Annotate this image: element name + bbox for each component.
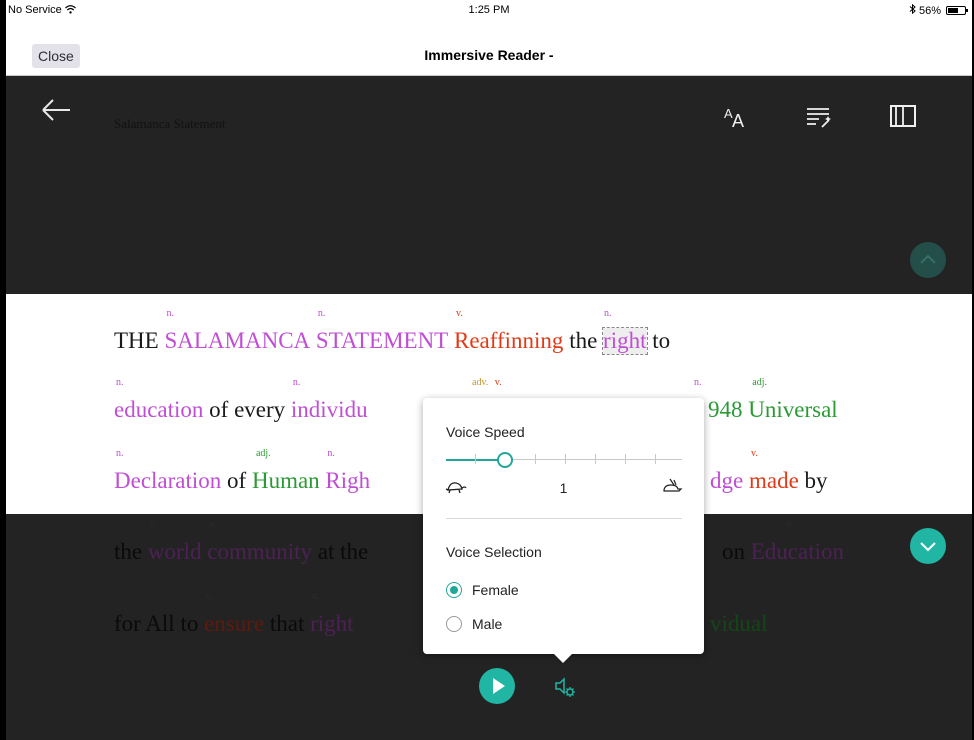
word[interactable]: vidual: [710, 611, 768, 637]
text-line-2: n. education of every n. individu: [114, 377, 368, 423]
pos-label-group: adv. v.: [472, 377, 502, 388]
word[interactable]: adj. Universal: [748, 377, 837, 423]
pos-label: n.: [116, 377, 124, 388]
pos-label: n.: [327, 448, 335, 459]
word[interactable]: by: [805, 468, 828, 494]
pos-label: n.: [209, 519, 217, 530]
word[interactable]: n. Education: [751, 519, 844, 565]
selected-word[interactable]: n. right: [602, 308, 648, 355]
word[interactable]: for All to: [114, 611, 198, 637]
word[interactable]: v. Reaffinning: [454, 308, 563, 354]
slider-tick: [625, 454, 626, 464]
text-line-4: the n. world n. community at the: [114, 519, 368, 565]
pos-label: adj.: [255, 448, 271, 459]
word[interactable]: n. individu: [291, 377, 368, 423]
bluetooth-icon: [909, 3, 916, 17]
divider: [446, 518, 682, 519]
pos-label: n.: [317, 308, 326, 319]
pos-label: n.: [604, 308, 612, 319]
slider-tick: [565, 454, 566, 464]
word[interactable]: of: [227, 468, 246, 494]
reading-preferences-icon[interactable]: [886, 100, 920, 134]
status-time: 1:25 PM: [468, 4, 510, 16]
pos-label: v.: [494, 377, 502, 388]
word[interactable]: v. ensure: [204, 591, 264, 637]
play-button[interactable]: [479, 668, 515, 704]
word[interactable]: at the: [318, 539, 368, 565]
text-line-5: for All to v. ensure that n. right: [114, 591, 354, 637]
word[interactable]: n. 948: [694, 377, 743, 423]
status-bar: No Service 1:25 PM 56%: [6, 0, 972, 20]
radio-female[interactable]: [446, 582, 462, 598]
voice-option-female[interactable]: Female: [446, 582, 519, 598]
pos-label: v.: [206, 591, 213, 602]
play-icon: [493, 678, 505, 694]
word[interactable]: the: [569, 328, 597, 354]
word[interactable]: the: [114, 539, 142, 565]
pos-label: n.: [149, 519, 158, 530]
voice-option-male[interactable]: Male: [446, 616, 502, 632]
word[interactable]: n. Righ: [325, 448, 370, 494]
app-frame: No Service 1:25 PM 56% Close Immersive R…: [6, 0, 972, 740]
radio-male[interactable]: [446, 616, 462, 632]
slider-tick: [595, 454, 596, 464]
status-right: 56%: [909, 3, 968, 17]
battery-icon: [946, 6, 968, 15]
voice-option-label: Male: [472, 616, 503, 632]
text-line-1: THE n. SALAMANCA n. STATEMENT v. Reaffinnin…: [114, 308, 670, 355]
word[interactable]: v. made: [749, 448, 799, 494]
word[interactable]: on: [722, 539, 745, 565]
word[interactable]: dge: [710, 468, 743, 494]
reader-toolbar: Salamanca Statement A A: [6, 76, 972, 294]
voice-selection-heading: Voice Selection: [446, 544, 542, 560]
page-title: Immersive Reader -: [424, 47, 554, 63]
voice-settings-icon[interactable]: [552, 674, 578, 700]
navigation-bar: Close Immersive Reader -: [6, 20, 972, 76]
text-line-2-tail: n. 948 adj. Universal: [694, 377, 838, 423]
pos-label: n.: [292, 377, 301, 388]
svg-text:A: A: [732, 111, 744, 131]
document-title: Salamanca Statement: [114, 116, 226, 131]
speed-slider-thumb[interactable]: [497, 452, 513, 468]
word[interactable]: n. community: [207, 519, 312, 565]
pos-label: n.: [786, 519, 795, 530]
pos-label: adj.: [752, 377, 767, 388]
voice-option-label: Female: [472, 582, 519, 598]
word[interactable]: n. SALAMANCA: [164, 308, 310, 354]
text-line-5-tail: vidual: [710, 611, 768, 637]
word[interactable]: n. education: [114, 377, 203, 423]
slider-tick: [535, 454, 536, 464]
word[interactable]: n. STATEMENT: [316, 308, 448, 354]
word[interactable]: n. world: [148, 519, 202, 565]
chevron-down-icon[interactable]: [910, 528, 946, 564]
voice-settings-popover: Voice Speed 1 Voice Selection Female Mal…: [423, 398, 704, 663]
battery-percent: 56%: [918, 4, 941, 17]
word[interactable]: to: [652, 328, 670, 354]
pos-label: n.: [116, 448, 124, 459]
pos-label: adv.: [472, 377, 489, 388]
back-arrow-icon[interactable]: [40, 98, 72, 122]
grammar-options-icon[interactable]: [802, 100, 836, 134]
slider-tick: [655, 454, 656, 464]
pos-label: n.: [166, 308, 174, 319]
chevron-up-icon[interactable]: [910, 242, 946, 278]
voice-speed-heading: Voice Speed: [446, 424, 525, 440]
text-line-3-tail: dge v. made by: [710, 448, 828, 494]
word[interactable]: n. Declaration: [114, 448, 221, 494]
pos-label: n.: [694, 377, 702, 388]
word[interactable]: THE: [114, 328, 159, 354]
pos-label: n.: [312, 591, 320, 602]
word[interactable]: n. right: [310, 591, 353, 637]
text-line-3: n. Declaration of adj. Human n. Righ: [114, 448, 370, 494]
slider-tick: [475, 454, 476, 464]
word[interactable]: of every: [209, 397, 285, 423]
text-size-icon[interactable]: A A: [718, 100, 752, 134]
pos-label: v.: [455, 308, 463, 319]
word[interactable]: adj. Human: [252, 448, 320, 494]
pos-label: v.: [750, 448, 758, 459]
text-line-4-tail: on n. Education: [722, 519, 844, 565]
word[interactable]: that: [270, 611, 305, 637]
rabbit-icon: [661, 478, 683, 494]
